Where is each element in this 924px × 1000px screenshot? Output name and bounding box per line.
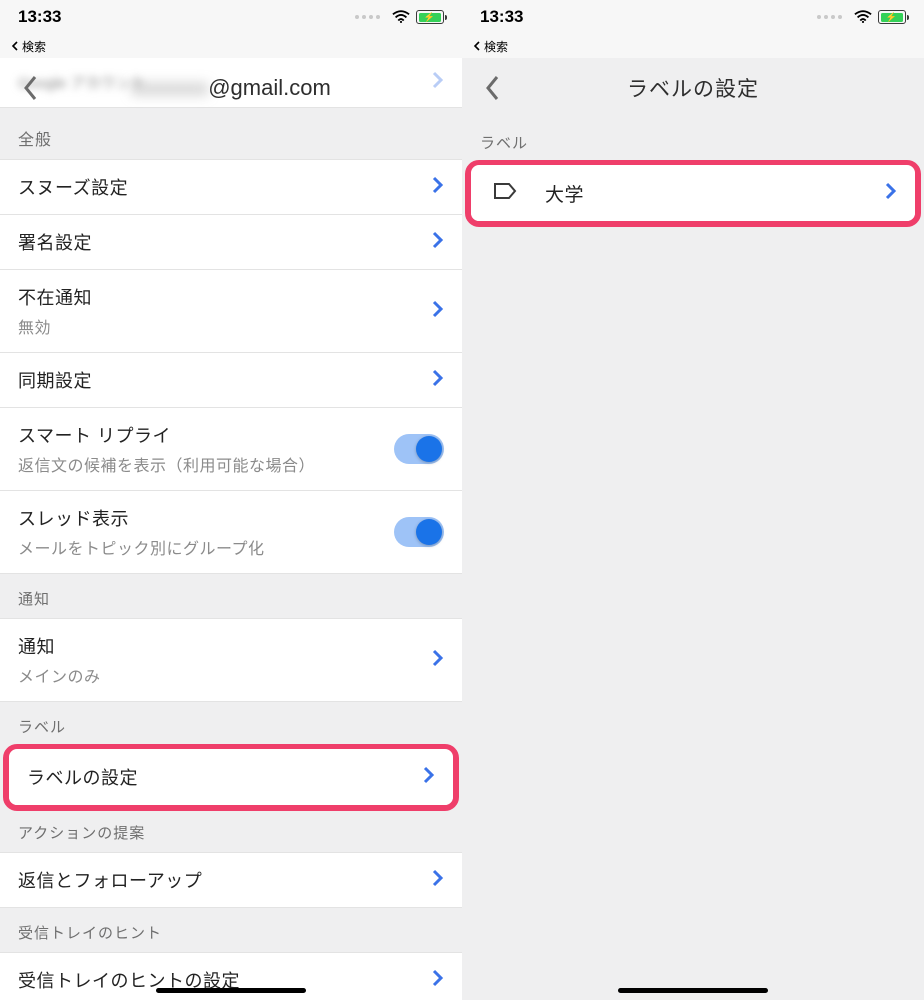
nav-bar: ラベルの設定 [462,58,924,118]
row-signature[interactable]: 署名設定 [0,214,462,270]
nav-bar: xxxxxxx@gmail.com [0,58,462,118]
highlight-label-item: 大学 [465,160,921,227]
chevron-right-icon [432,176,444,199]
row-label: 不在通知 [18,284,432,310]
breadcrumb-back[interactable]: 検索 [462,34,924,58]
row-notifications[interactable]: 通知 メインのみ [0,618,462,702]
row-sync[interactable]: 同期設定 [0,352,462,408]
status-right: ⚡ [355,10,444,24]
page-title: ラベルの設定 [520,73,866,103]
signal-dots-icon [355,15,380,19]
wifi-icon [392,10,410,24]
breadcrumb-back[interactable]: 検索 [0,34,462,58]
row-label: 返信とフォローアップ [18,867,432,893]
home-indicator[interactable] [618,988,768,993]
row-label: スマート リプライ [18,422,394,448]
status-bar: 13:33 ⚡ [462,0,924,34]
back-button[interactable] [476,71,510,105]
chevron-right-icon [432,231,444,254]
section-header-general: 全般 [0,112,462,160]
label-settings-screen: 13:33 ⚡ 検索 ラベルの設定 ラベル 大学 [462,0,924,1000]
row-label-settings[interactable]: ラベルの設定 [9,749,453,805]
toggle-smart-reply[interactable] [394,434,444,464]
signal-dots-icon [817,15,842,19]
highlight-label-settings: ラベルの設定 [3,744,459,811]
row-label: ラベルの設定 [27,764,423,790]
chevron-right-icon [432,300,444,323]
email-masked: xxxxxxx [131,75,208,101]
row-sub: 無効 [18,314,432,338]
status-time: 13:33 [480,7,523,27]
chevron-right-icon [432,869,444,892]
row-snooze[interactable]: スヌーズ設定 [0,159,462,215]
row-label: 通知 [18,633,432,659]
row-vacation[interactable]: 不在通知 無効 [0,269,462,353]
home-indicator[interactable] [156,988,306,993]
row-label: スレッド表示 [18,505,394,531]
label-icon [493,181,517,206]
section-header-inbox-tips: 受信トレイのヒント [0,908,462,953]
section-header-actions: アクションの提案 [0,808,462,853]
row-sub: メールをトピック別にグループ化 [18,535,394,559]
battery-icon: ⚡ [878,10,906,24]
status-time: 13:33 [18,7,61,27]
section-header-notifications: 通知 [0,574,462,619]
row-label-item[interactable]: 大学 [471,165,915,221]
row-smart-reply: スマート リプライ 返信文の候補を表示（利用可能な場合） [0,407,462,491]
section-header-labels: ラベル [0,702,462,747]
row-sub: メインのみ [18,663,432,687]
breadcrumb-label: 検索 [22,38,46,55]
row-sub: 返信文の候補を表示（利用可能な場合） [18,452,394,476]
row-reply-followup[interactable]: 返信とフォローアップ [0,852,462,908]
chevron-right-icon [885,182,897,205]
status-right: ⚡ [817,10,906,24]
breadcrumb-label: 検索 [484,38,508,55]
chevron-right-icon [432,649,444,672]
row-label: 署名設定 [18,229,432,255]
chevron-right-icon [432,969,444,992]
chevron-right-icon [423,766,435,789]
section-header-labels: ラベル [462,118,924,163]
back-button[interactable] [14,71,48,105]
email-domain: @gmail.com [208,75,331,100]
page-title-email: xxxxxxx@gmail.com [58,75,404,101]
row-thread-view: スレッド表示 メールをトピック別にグループ化 [0,490,462,574]
row-label: 同期設定 [18,367,432,393]
wifi-icon [854,10,872,24]
row-label: スヌーズ設定 [18,174,432,200]
chevron-right-icon [432,369,444,392]
battery-icon: ⚡ [416,10,444,24]
label-name: 大学 [545,180,584,207]
toggle-thread-view[interactable] [394,517,444,547]
settings-screen: 13:33 ⚡ 検索 Google アカウント xxxxxxx@gmail.co… [0,0,462,1000]
status-bar: 13:33 ⚡ [0,0,462,34]
